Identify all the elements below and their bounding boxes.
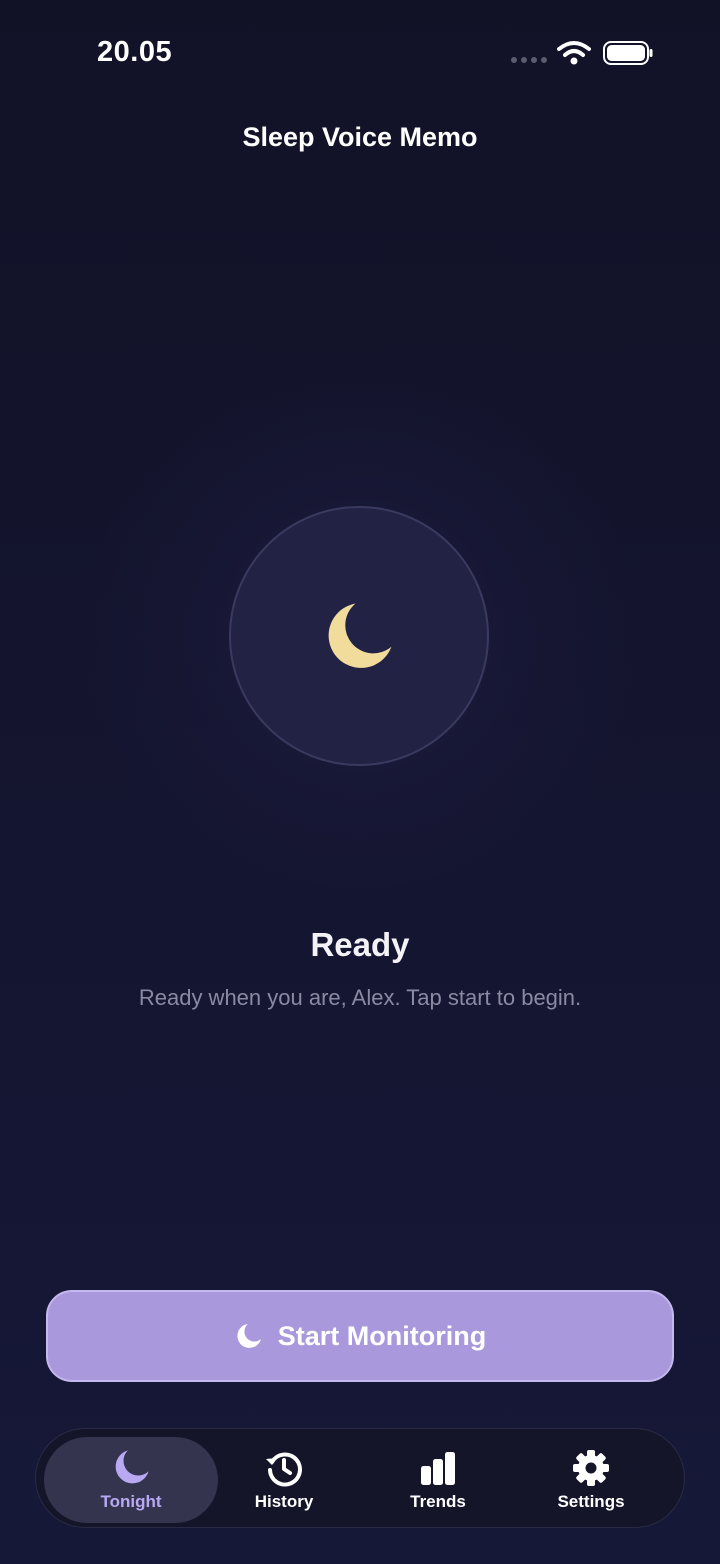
tab-trends[interactable]: Trends (351, 1437, 525, 1523)
moon-icon (115, 1450, 149, 1484)
start-monitoring-label: Start Monitoring (277, 1320, 487, 1351)
tab-tonight[interactable]: Tonight (44, 1437, 218, 1523)
tab-bar: Tonight History Trends Settings (35, 1428, 685, 1528)
start-monitoring-button[interactable]: Start Monitoring (46, 1290, 674, 1382)
moon-icon (237, 1324, 261, 1348)
moon-status-circle (229, 506, 489, 766)
tab-settings[interactable]: Settings (504, 1437, 678, 1523)
wifi-icon (557, 41, 591, 65)
tab-label: Settings (557, 1492, 625, 1511)
tab-history[interactable]: History (197, 1437, 371, 1523)
app-title: Sleep Voice Memo (242, 122, 478, 152)
status-time: 20.05 (97, 36, 173, 68)
moon-icon (328, 603, 392, 668)
gear-icon (573, 1450, 609, 1486)
tab-label: Tonight (100, 1492, 162, 1511)
tab-label: History (254, 1492, 314, 1511)
tab-label: Trends (410, 1492, 466, 1511)
bar-chart-icon (421, 1452, 455, 1485)
signal-dots-icon (511, 57, 547, 63)
history-icon (266, 1452, 302, 1487)
battery-icon (603, 41, 653, 65)
status-message: Ready when you are, Alex. Tap start to b… (138, 985, 582, 1010)
status-heading: Ready (310, 926, 410, 963)
sleep-voice-memo-screen: 20.05 Sleep Voice Memo Ready Ready when … (0, 0, 720, 1564)
